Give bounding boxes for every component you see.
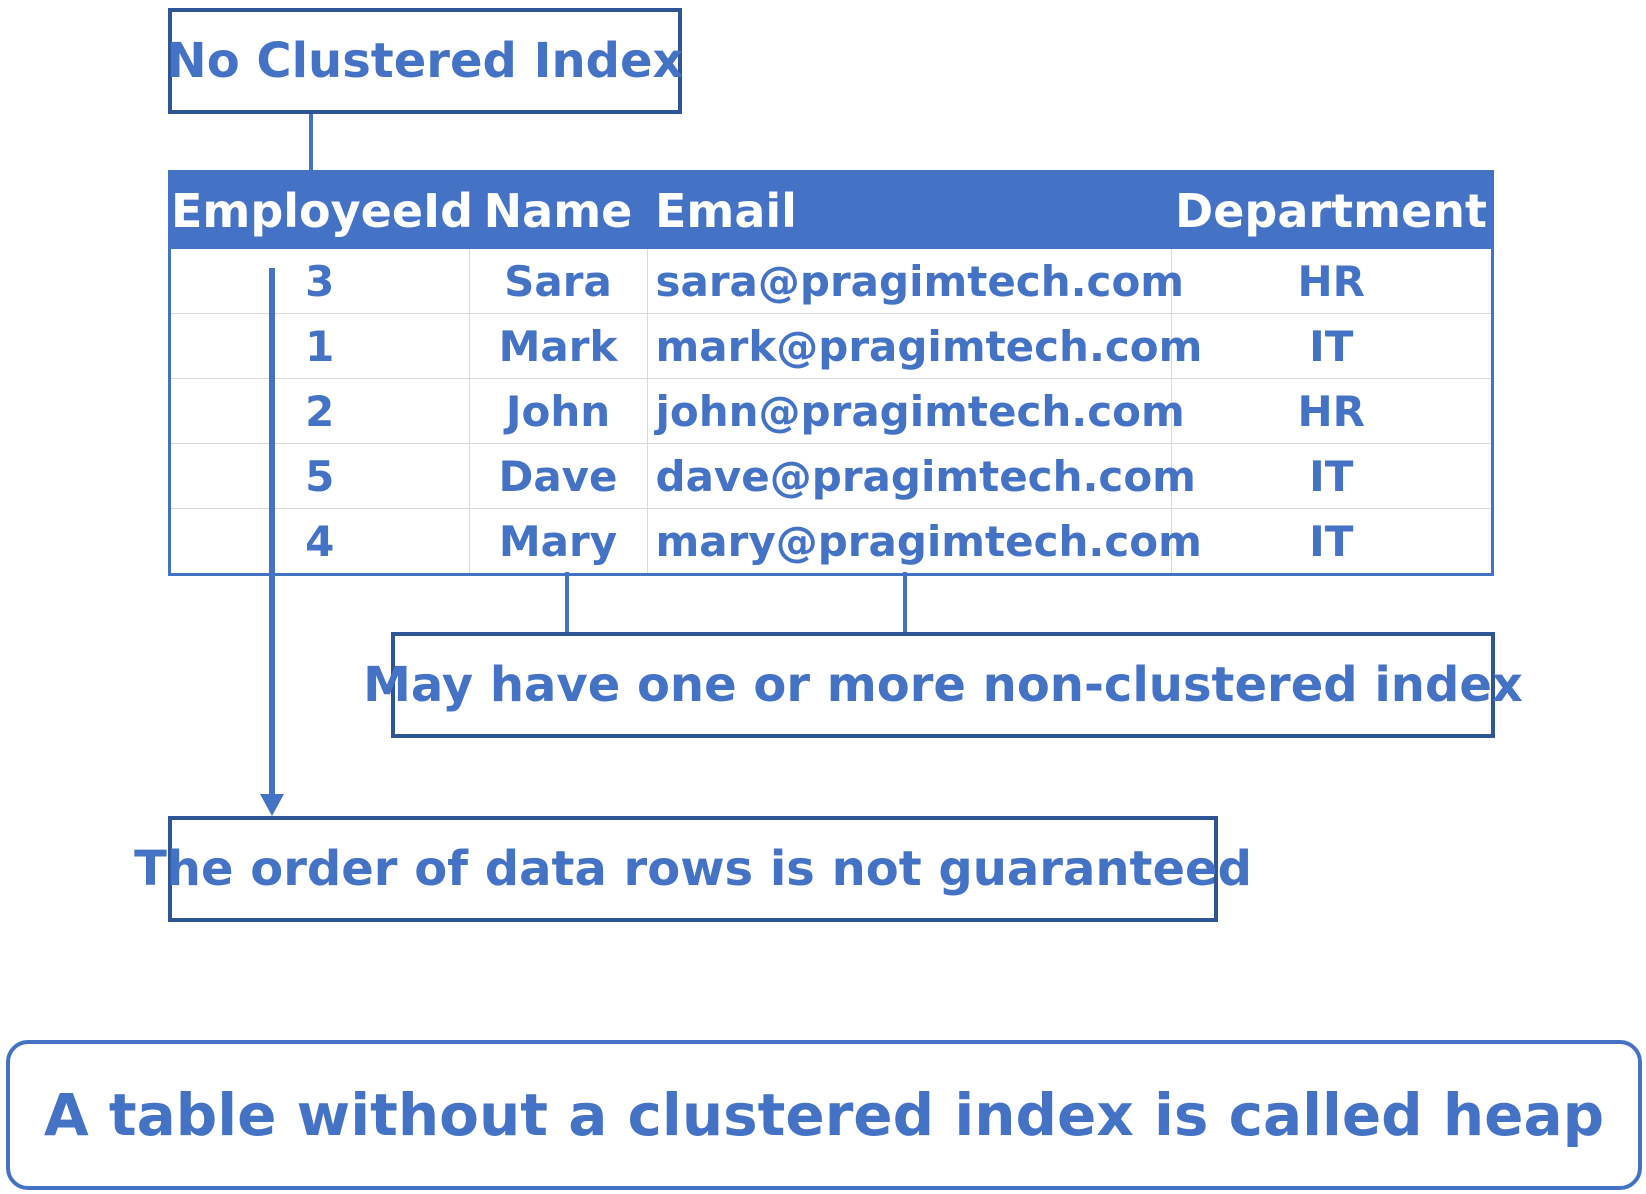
header-email: Email xyxy=(647,173,1171,249)
cell-employeeid: 4 xyxy=(171,508,470,573)
cell-email: mary@pragimtech.com xyxy=(647,508,1202,573)
cell-name: Mary xyxy=(469,508,648,573)
cell-employeeid: 3 xyxy=(171,249,470,314)
non-clustered-index-callout: May have one or more non-clustered index xyxy=(363,632,1523,738)
no-clustered-index-callout: No Clustered Index xyxy=(167,8,684,114)
connector-name-column xyxy=(565,572,569,632)
cell-department: IT xyxy=(1171,313,1491,379)
table-header-row: EmployeeId Name Email Department xyxy=(171,173,1491,249)
table-row: 5 Dave dave@pragimtech.com IT xyxy=(171,443,1491,509)
cell-employeeid: 2 xyxy=(171,378,470,444)
cell-email: dave@pragimtech.com xyxy=(647,443,1196,509)
header-employeeid: EmployeeId xyxy=(171,173,473,249)
cell-employeeid: 1 xyxy=(171,313,470,379)
cell-name: Dave xyxy=(469,443,648,509)
cell-email: john@pragimtech.com xyxy=(647,378,1185,444)
cell-name: Sara xyxy=(469,249,648,314)
cell-name: John xyxy=(469,378,648,444)
connector-top xyxy=(309,114,313,170)
cell-department: HR xyxy=(1171,378,1491,444)
table-row: 1 Mark mark@pragimtech.com IT xyxy=(171,313,1491,379)
row-order-callout: The order of data rows is not guaranteed xyxy=(134,816,1252,922)
connector-email-column xyxy=(903,572,907,632)
cell-email: mark@pragimtech.com xyxy=(647,313,1202,379)
header-department: Department xyxy=(1171,173,1491,249)
table-row: 3 Sara sara@pragimtech.com HR xyxy=(171,249,1491,314)
cell-department: IT xyxy=(1171,443,1491,509)
cell-email: sara@pragimtech.com xyxy=(647,249,1184,314)
employee-table: EmployeeId Name Email Department 3 Sara … xyxy=(168,170,1494,576)
cell-department: IT xyxy=(1309,516,1354,566)
table-row: 2 John john@pragimtech.com HR xyxy=(171,378,1491,444)
cell-department: HR xyxy=(1171,249,1491,314)
cell-employeeid: 5 xyxy=(171,443,470,509)
header-name: Name xyxy=(469,173,647,249)
table-row: 4 Mary mary@pragimtech.com IT xyxy=(171,508,1491,573)
cell-name: Mark xyxy=(469,313,648,379)
heap-definition-banner: A table without a clustered index is cal… xyxy=(6,1040,1642,1190)
